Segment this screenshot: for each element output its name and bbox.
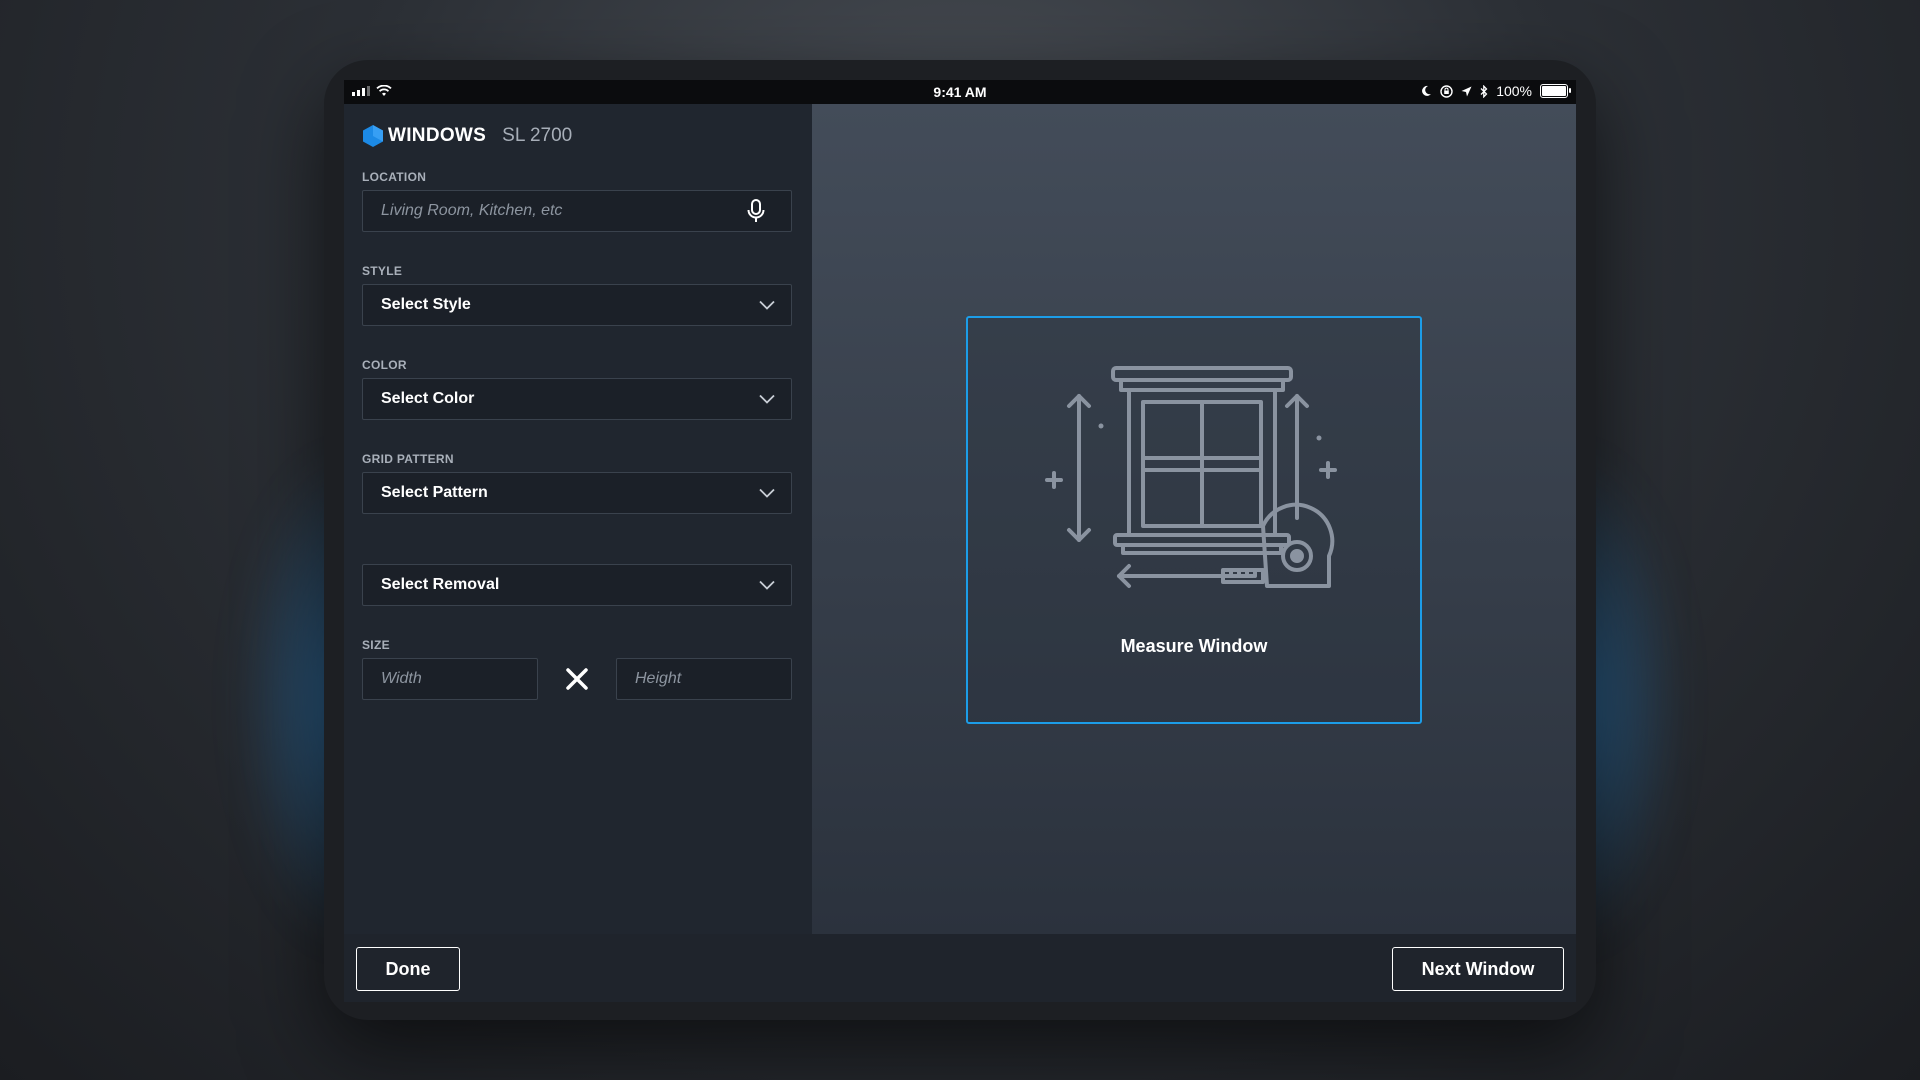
- moon-icon: [1422, 85, 1432, 96]
- battery-percent: 100%: [1496, 83, 1532, 99]
- height-placeholder: Height: [635, 670, 682, 687]
- measure-window-card[interactable]: Measure Window: [966, 316, 1422, 724]
- grid-pattern-select-value: Select Pattern: [381, 484, 488, 501]
- measure-window-label: Measure Window: [1120, 636, 1268, 656]
- chevron-down-icon: [759, 580, 775, 590]
- location-arrow-icon: [1461, 86, 1472, 96]
- chevron-down-icon: [759, 394, 775, 404]
- footer-bar: Done Next Window: [344, 934, 1576, 1002]
- color-select[interactable]: Select Color: [362, 378, 792, 420]
- grid-pattern-label: GRID PATTERN: [362, 452, 454, 466]
- style-select[interactable]: Select Style: [362, 284, 792, 326]
- window-measure-illustration: [1045, 366, 1337, 588]
- form-panel: WINDOWS SL 2700 LOCATION Living Room, Ki…: [344, 104, 812, 934]
- style-label: STYLE: [362, 264, 403, 278]
- status-right: 100%: [1421, 83, 1571, 99]
- battery-icon: [1540, 84, 1571, 98]
- color-label: COLOR: [362, 358, 407, 372]
- main-panel: Measure Window: [812, 104, 1576, 934]
- next-window-button[interactable]: Next Window: [1392, 947, 1564, 991]
- width-input[interactable]: Width: [362, 658, 538, 700]
- location-label: LOCATION: [362, 170, 427, 184]
- status-time: 9:41 AM: [933, 84, 987, 100]
- done-button[interactable]: Done: [356, 947, 460, 991]
- height-input[interactable]: Height: [616, 658, 792, 700]
- model-number: SL 2700: [502, 125, 573, 146]
- width-placeholder: Width: [381, 670, 422, 687]
- brand-header: WINDOWS SL 2700: [362, 124, 572, 148]
- removal-select[interactable]: Select Removal: [362, 564, 792, 606]
- removal-select-value: Select Removal: [381, 576, 500, 593]
- hexagon-logo-icon: [363, 125, 383, 147]
- style-select-value: Select Style: [381, 296, 471, 313]
- microphone-icon[interactable]: [745, 198, 767, 224]
- location-field[interactable]: Living Room, Kitchen, etc: [362, 190, 792, 232]
- times-icon: [566, 668, 588, 690]
- size-label: SIZE: [362, 638, 390, 652]
- orientation-lock-icon: [1440, 84, 1453, 98]
- brand-name: WINDOWS: [388, 125, 487, 146]
- tablet-screen: 9:41 AM 100% WINDOWS SL 2700 LOCATION Li…: [344, 80, 1576, 1002]
- bluetooth-icon: [1480, 84, 1488, 98]
- color-select-value: Select Color: [381, 390, 475, 407]
- chevron-down-icon: [759, 488, 775, 498]
- status-bar: 9:41 AM 100%: [344, 80, 1576, 104]
- location-placeholder: Living Room, Kitchen, etc: [381, 202, 563, 219]
- grid-pattern-select[interactable]: Select Pattern: [362, 472, 792, 514]
- chevron-down-icon: [759, 300, 775, 310]
